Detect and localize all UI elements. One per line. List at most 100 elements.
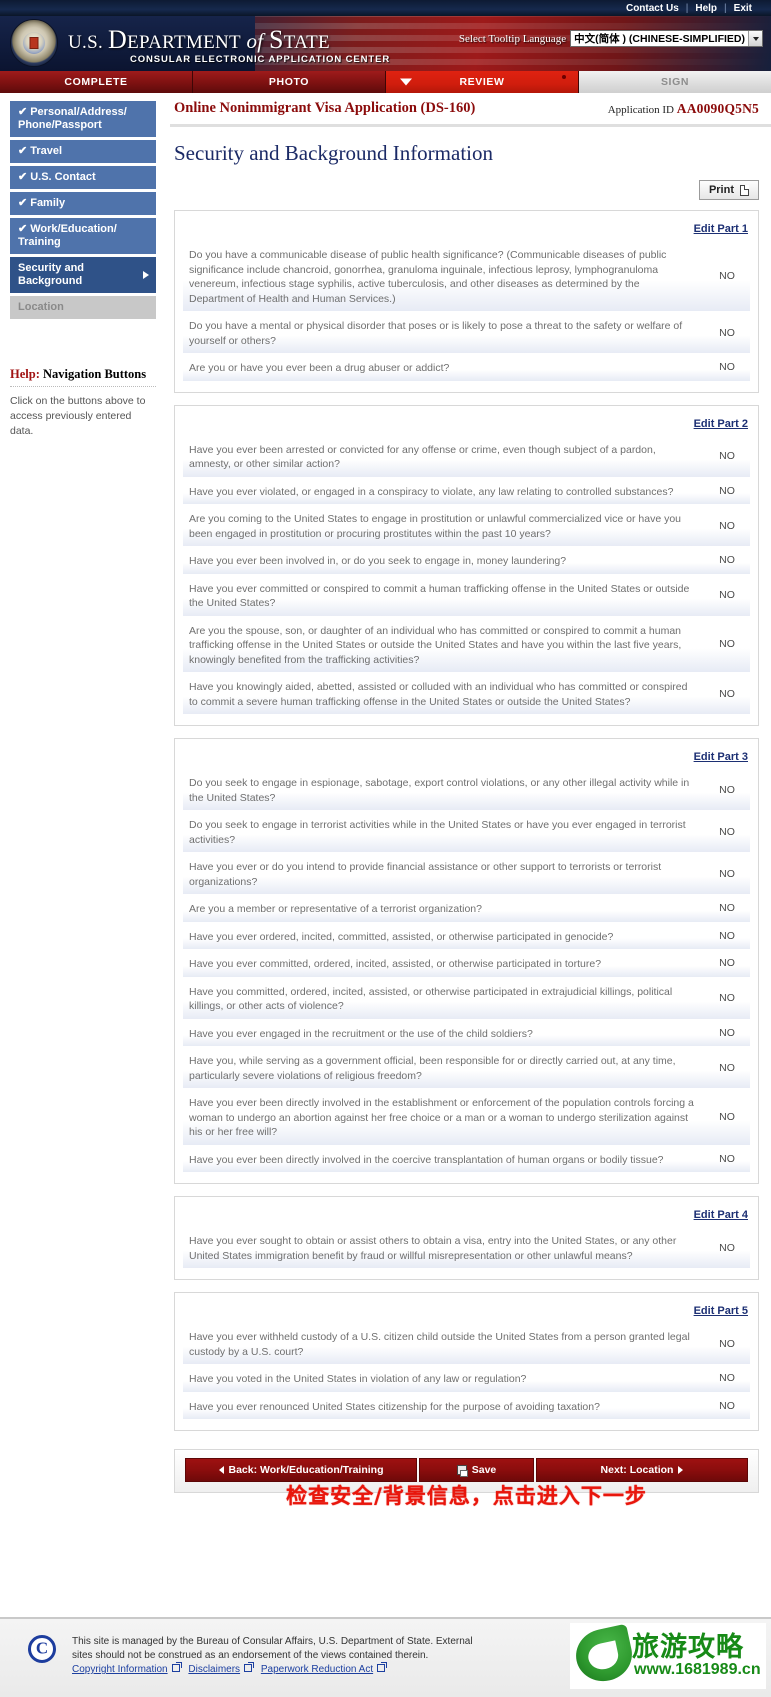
table-row: Are you coming to the United States to e… [183, 507, 750, 547]
sidebar-item-us-contact[interactable]: ✔ U.S. Contact [10, 166, 156, 189]
sidebar-item-security-background[interactable]: Security and Background [10, 257, 156, 293]
answer-value: NO [719, 484, 735, 497]
answer-value: NO [719, 589, 735, 601]
answer-value: NO [719, 1372, 735, 1385]
security-part-1-panel: Edit Part 1 Do you have a communicable d… [174, 210, 759, 393]
bottom-nav-wrap: Back: Work/Education/Training Save Next:… [170, 1443, 771, 1508]
table-row: Have you ever been involved in, or do yo… [183, 549, 750, 575]
tab-marker-dot-icon [562, 75, 566, 79]
contact-us-link[interactable]: Contact Us [619, 3, 686, 14]
tab-complete[interactable]: COMPLETE [0, 71, 193, 93]
table-row: Have you ever engaged in the recruitment… [183, 1021, 750, 1047]
table-row: Have you ever or do you intend to provid… [183, 855, 750, 895]
dept-epartment: EPARTMENT [127, 32, 241, 53]
tooltip-language-control[interactable]: Select Tooltip Language 中文(简体 ) (CHINESE… [459, 30, 763, 47]
answer-value: NO [719, 519, 735, 532]
print-button[interactable]: Print [698, 180, 759, 200]
help-link[interactable]: Help [688, 3, 724, 14]
answer-value: NO [719, 902, 735, 915]
sidebar-item-label: Travel [30, 145, 63, 157]
annotation-overlay: 检查安全/背景信息，点击进入下一步 [286, 1484, 647, 1508]
question-text: Have you ever ordered, incited, committe… [189, 930, 614, 943]
chevron-down-icon[interactable] [748, 31, 762, 46]
sidebar-item-work-education[interactable]: ✔ Work/Education/ Training [10, 218, 156, 254]
question-text: Have you ever renounced United States ci… [189, 1400, 600, 1413]
dept-s: S [269, 25, 284, 54]
table-row: Have you ever withheld custody of a U.S.… [183, 1325, 750, 1365]
answer-value: NO [719, 1241, 735, 1254]
table-row: Have you ever violated, or engaged in a … [183, 479, 750, 505]
edit-row: Edit Part 3 [183, 745, 750, 771]
copyright-information-link[interactable]: Copyright Information [72, 1664, 168, 1675]
watermark-chinese-text: 旅游攻略 [632, 1632, 744, 1663]
sidebar-item-travel[interactable]: ✔ Travel [10, 140, 156, 163]
table-row: Do you have a mental or physical disorde… [183, 314, 750, 354]
table-row: Have you ever ordered, incited, committe… [183, 924, 750, 950]
save-button[interactable]: Save [419, 1458, 534, 1482]
table-row: Have you ever renounced United States ci… [183, 1394, 750, 1420]
sidebar-item-personal[interactable]: ✔ Personal/Address/ Phone/Passport [10, 101, 156, 137]
utility-bar: Contact Us | Help | Exit [0, 0, 771, 16]
tab-review[interactable]: REVIEW [386, 71, 579, 93]
tab-photo[interactable]: PHOTO [193, 71, 386, 93]
sidebar-item-family[interactable]: ✔ Family [10, 192, 156, 215]
edit-part-2-link[interactable]: Edit Part 2 [694, 418, 748, 430]
tooltip-language-label: Select Tooltip Language [458, 32, 567, 45]
security-part-4-panel: Edit Part 4 Have you ever sought to obta… [174, 1196, 759, 1280]
answer-value: NO [719, 825, 735, 838]
answer-value: NO [719, 326, 735, 339]
question-text: Have you ever been directly involved in … [189, 1097, 694, 1138]
print-button-label: Print [708, 184, 734, 196]
disclaimers-link[interactable]: Disclaimers [188, 1664, 240, 1675]
sidebar: ✔ Personal/Address/ Phone/Passport ✔ Trave… [0, 93, 170, 1493]
answer-value: NO [719, 638, 735, 651]
answer-value: NO [719, 1337, 735, 1350]
application-header: Online Nonimmigrant Visa Application (DS… [170, 93, 771, 127]
table-row: Have you ever been arrested or convicted… [183, 437, 750, 478]
print-row: Print [170, 166, 771, 200]
help-panel-title: Help: Navigation Buttons [10, 367, 156, 387]
next-button[interactable]: Next: Location [536, 1458, 748, 1482]
security-part-2-panel: Edit Part 2 Have you ever been arrested … [174, 404, 759, 726]
answer-value: NO [719, 929, 735, 942]
department-title: U.S. DEPARTMENT of STATE [68, 25, 330, 55]
question-text: Have you ever withheld custody of a U.S.… [189, 1331, 690, 1358]
edit-part-4-link[interactable]: Edit Part 4 [694, 1209, 748, 1221]
help-label: Help: [10, 367, 40, 381]
edit-row: Edit Part 4 [183, 1203, 750, 1229]
back-button[interactable]: Back: Work/Education/Training [185, 1458, 417, 1482]
edit-part-5-link[interactable]: Edit Part 5 [694, 1305, 748, 1317]
review-panels: Edit Part 1 Do you have a communicable d… [170, 200, 771, 1431]
back-button-label: Back: Work/Education/Training [228, 1464, 384, 1476]
check-icon: ✔ [18, 106, 28, 118]
security-part-5-panel: Edit Part 5 Have you ever withheld custo… [174, 1292, 759, 1431]
edit-part-3-link[interactable]: Edit Part 3 [694, 751, 748, 763]
tab-sign: SIGN [579, 71, 771, 93]
page-title: Security and Background Information [174, 141, 493, 165]
help-panel: Help: Navigation Buttons Click on the bu… [10, 367, 156, 439]
next-button-label: Next: Location [600, 1464, 674, 1476]
question-text: Have you ever been involved in, or do yo… [189, 555, 567, 567]
answer-value: NO [719, 554, 735, 567]
question-text: Have you ever been directly involved in … [189, 1153, 664, 1166]
tooltip-language-select[interactable]: 中文(简体 ) (CHINESE-SIMPLIFIED) [570, 30, 763, 47]
tooltip-language-value: 中文(简体 ) (CHINESE-SIMPLIFIED) [574, 33, 745, 45]
question-text: Have you ever been arrested or convicted… [189, 443, 656, 471]
table-row: Have you committed, ordered, incited, as… [183, 979, 750, 1020]
table-row: Have you ever been directly involved in … [183, 1147, 750, 1173]
answer-value: NO [719, 1110, 735, 1123]
edit-part-1-link[interactable]: Edit Part 1 [694, 223, 748, 235]
exit-link[interactable]: Exit [727, 3, 759, 14]
floppy-disk-icon [456, 1465, 468, 1477]
answer-value: NO [719, 992, 735, 1004]
department-of-state-seal-icon [10, 19, 58, 67]
edit-row: Edit Part 2 [183, 412, 750, 438]
answer-value: NO [719, 1152, 735, 1165]
save-button-label: Save [471, 1464, 497, 1476]
paperwork-reduction-act-link[interactable]: Paperwork Reduction Act [261, 1664, 373, 1675]
answer-value: NO [719, 687, 735, 700]
tab-complete-label: COMPLETE [64, 76, 128, 88]
answer-value: NO [719, 450, 735, 462]
question-text: Have you ever committed, ordered, incite… [189, 958, 602, 970]
question-text: Do you seek to engage in terrorist activ… [189, 819, 686, 846]
